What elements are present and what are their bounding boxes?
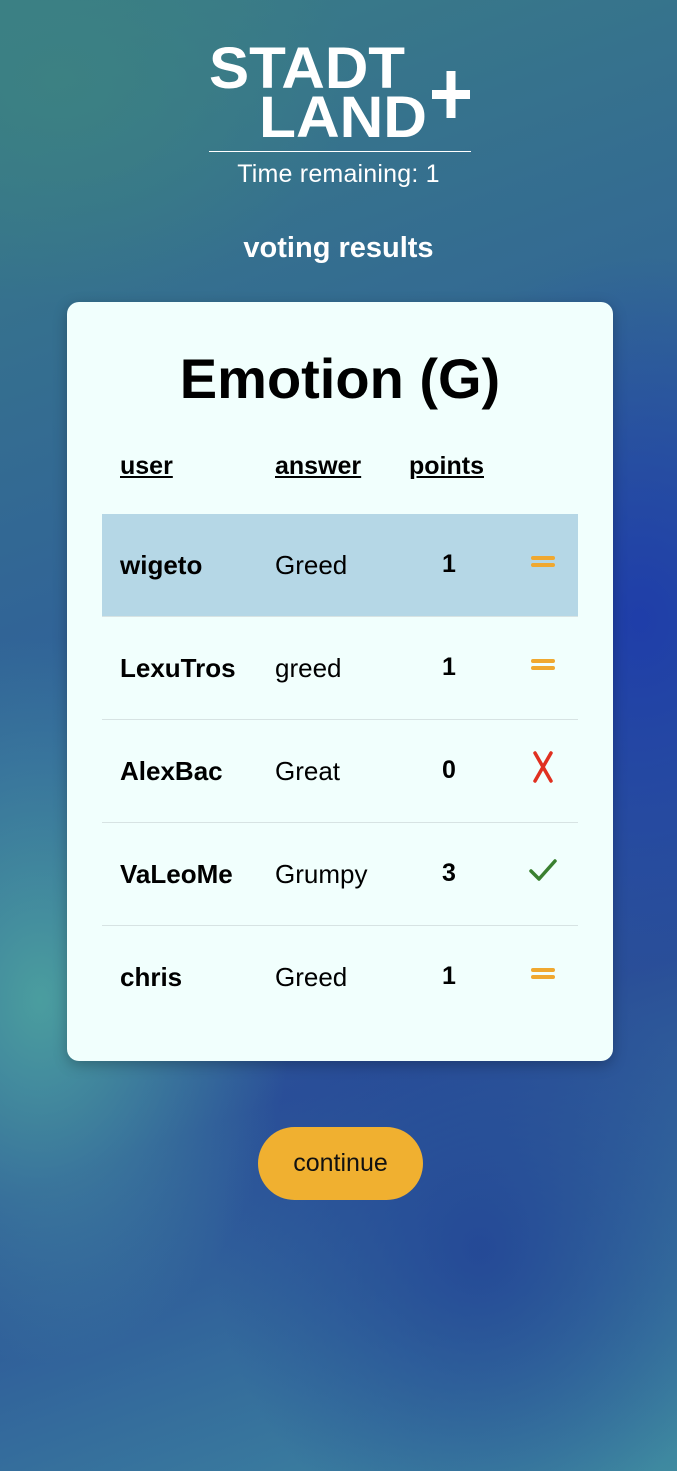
section-title: voting results	[243, 232, 434, 264]
table-row: wigeto Greed 1	[102, 514, 578, 616]
column-header-answer: answer	[275, 452, 362, 480]
category-title: Emotion (G)	[179, 347, 501, 410]
stadt-land-plus-logo: STADT LAND	[209, 40, 471, 152]
user-name: AlexBac	[120, 756, 223, 786]
answer-text: Greed	[275, 962, 348, 992]
column-header-points: points	[409, 452, 484, 480]
answer-text: Great	[275, 756, 341, 786]
answer-text: greed	[275, 653, 342, 683]
svg-text:LAND: LAND	[259, 85, 427, 150]
table-row: AlexBac Great 0	[102, 719, 578, 822]
points-value: 0	[442, 756, 456, 784]
points-value: 3	[442, 859, 456, 887]
equals-icon	[528, 647, 558, 681]
results-table: wigeto Greed 1 LexuTros greed 1 AlexBac …	[102, 514, 578, 1028]
column-header-user: user	[120, 452, 173, 480]
cross-icon	[528, 750, 558, 784]
points-value: 1	[442, 653, 456, 681]
user-name: chris	[120, 962, 183, 992]
continue-button[interactable]: continue	[258, 1127, 423, 1200]
user-name: wigeto	[120, 550, 203, 580]
points-value: 1	[442, 550, 456, 578]
table-row: chris Greed 1	[102, 925, 578, 1028]
user-name: LexuTros	[120, 653, 236, 683]
check-icon	[528, 853, 558, 887]
equals-icon	[528, 544, 558, 578]
answer-text: Grumpy	[275, 859, 368, 889]
points-value: 1	[442, 962, 456, 990]
user-name: VaLeoMe	[120, 859, 233, 889]
equals-icon	[528, 956, 558, 990]
answer-text: Greed	[275, 550, 348, 580]
table-row: LexuTros greed 1	[102, 616, 578, 719]
table-row: VaLeoMe Grumpy 3	[102, 822, 578, 925]
results-card: Emotion (G) user answer points wigeto Gr…	[67, 302, 613, 1061]
time-remaining: Time remaining: 1	[237, 160, 440, 188]
